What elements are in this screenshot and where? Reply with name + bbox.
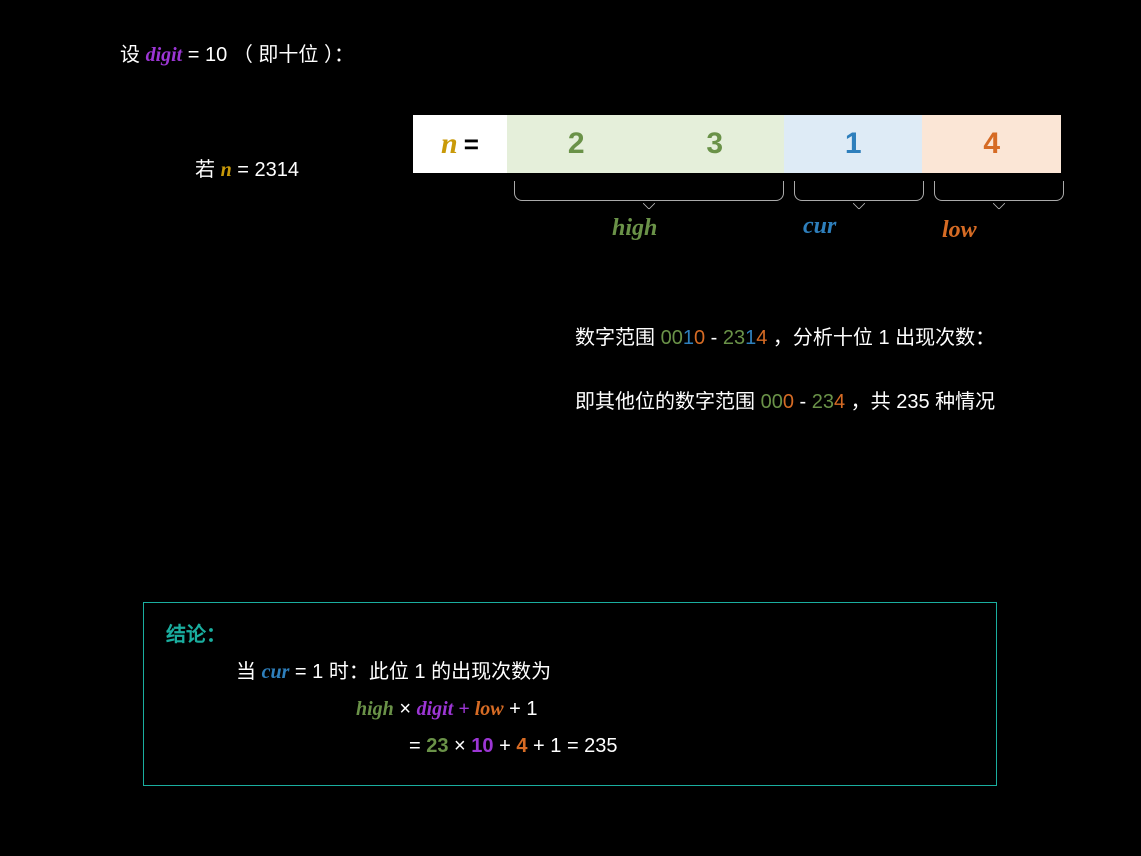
cell-d1: 2 [507,115,646,173]
title-line: 设 digit = 10 （ 即十位 ）： [120,40,1061,70]
conclusion-box: 结论： 当 cur = 1 时：此位 1 的出现次数为 high × digit… [143,602,997,786]
brace-high [514,181,784,201]
title-prefix: 设 [120,44,146,66]
var-digit: digit [146,44,183,66]
n-label: 若 n = 2314 [195,153,299,182]
cell-d2: 3 [645,115,784,173]
brace-cur [794,181,924,201]
cell-n-eq: n = [413,115,507,173]
title-assign: = 10 （ 即十位 ）： [188,44,354,66]
analysis-text: 数字范围 0010 - 2314 ，分析十位 1 出现次数： 即其他位的数字范围… [115,321,1061,419]
label-cur: cur [803,213,836,240]
label-high: high [612,215,657,242]
conclusion-header: 结论： [166,617,974,654]
brace-low [934,181,1064,201]
cell-d3: 1 [784,115,923,173]
label-low: low [942,217,977,244]
digit-diagram: 若 n = 2314 n = 2 3 1 4 high cur low [200,115,1061,285]
cell-d4: 4 [922,115,1061,173]
